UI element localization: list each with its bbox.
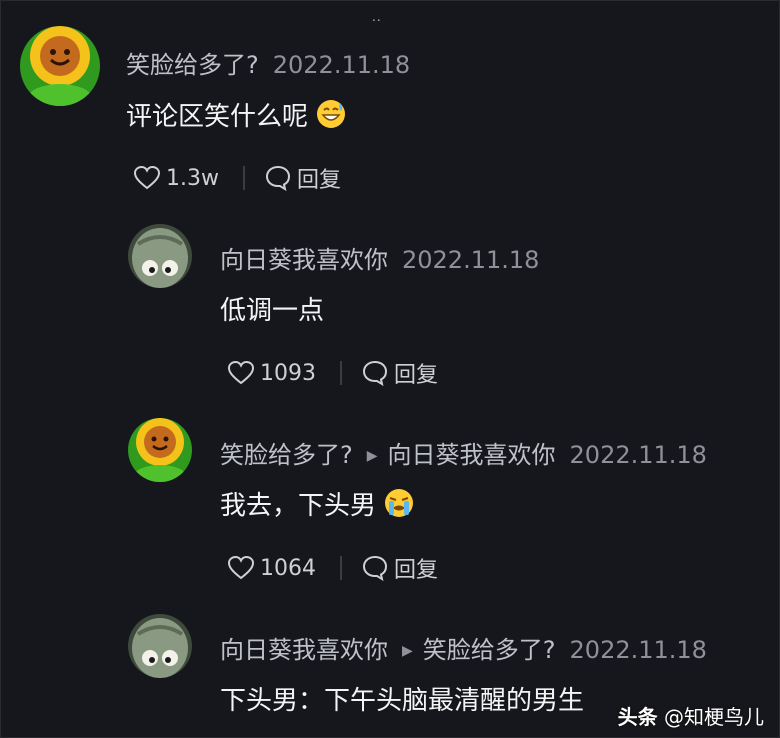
like-count: 1.3w — [166, 165, 219, 191]
author-name[interactable]: 向日葵我喜欢你 — [220, 246, 388, 274]
crying-icon — [385, 489, 414, 517]
sunflower-avatar-icon — [20, 26, 100, 106]
divider — [340, 556, 342, 580]
zombie-avatar-icon — [128, 614, 192, 678]
comment-actions: 1093 回复 — [228, 357, 438, 389]
zombie-avatar-icon — [128, 224, 192, 288]
reply-to-name[interactable]: 笑脸给多了? — [423, 636, 556, 664]
comment-text-body: 评论区笑什么呢 — [126, 102, 309, 132]
comment-date: 2022.11.18 — [569, 441, 707, 469]
divider — [340, 361, 342, 385]
comment-text: 低调一点 — [220, 296, 325, 326]
reply-to-name[interactable]: 向日葵我喜欢你 — [388, 441, 556, 469]
top-indicator: .. — [372, 10, 382, 24]
comment-header: 笑脸给多了? 2022.11.18 — [126, 45, 410, 80]
comment-date: 2022.11.18 — [272, 51, 411, 79]
divider — [242, 166, 245, 190]
avatar[interactable] — [128, 418, 192, 482]
reply-arrow-icon: ▶ — [402, 643, 413, 659]
reply-button[interactable]: 回复 — [362, 357, 438, 389]
heart-icon — [228, 556, 254, 580]
reply-label: 回复 — [296, 168, 341, 193]
comment-text-body: 我去，下头男 — [220, 491, 377, 521]
comment-date: 2022.11.18 — [402, 246, 540, 274]
reply-button[interactable]: 回复 — [362, 552, 438, 584]
avatar[interactable] — [128, 224, 192, 288]
comment-actions: 1.3w 回复 — [134, 162, 341, 194]
like-button[interactable]: 1.3w — [134, 166, 219, 191]
grinning-sweat-icon — [317, 100, 346, 128]
sunflower-avatar-icon — [128, 418, 192, 482]
comment-date: 2022.11.18 — [569, 636, 707, 664]
author-name[interactable]: 笑脸给多了? — [126, 51, 259, 79]
comment-text: 评论区笑什么呢 — [126, 96, 346, 133]
heart-icon — [134, 166, 160, 190]
watermark-brand: 头条 — [617, 705, 658, 729]
avatar[interactable] — [128, 614, 192, 678]
comment-header: 向日葵我喜欢你 ▶ 笑脸给多了? 2022.11.18 — [220, 630, 707, 665]
reply-arrow-icon: ▶ — [366, 448, 378, 464]
reply-label: 回复 — [394, 558, 439, 583]
reply-bubble-icon — [362, 555, 388, 581]
watermark: 头条 @知梗鸟儿 — [618, 701, 764, 730]
comment-header: 向日葵我喜欢你 2022.11.18 — [220, 240, 539, 275]
like-count: 1093 — [260, 360, 316, 386]
like-button[interactable]: 1064 — [228, 556, 316, 581]
comment-text: 下头男：下午头脑最清醒的男生 — [220, 686, 585, 716]
like-count: 1064 — [260, 555, 316, 581]
comment-text: 我去，下头男 — [220, 485, 414, 522]
watermark-handle: @知梗鸟儿 — [664, 705, 764, 729]
reply-bubble-icon — [362, 360, 388, 386]
comment-actions: 1064 回复 — [228, 552, 438, 584]
reply-bubble-icon — [265, 165, 290, 191]
reply-label: 回复 — [394, 363, 439, 388]
avatar[interactable] — [20, 26, 100, 106]
comment-header: 笑脸给多了? ▶ 向日葵我喜欢你 2022.11.18 — [220, 435, 707, 470]
reply-button[interactable]: 回复 — [265, 162, 341, 194]
like-button[interactable]: 1093 — [228, 361, 316, 386]
heart-icon — [228, 361, 254, 385]
author-name[interactable]: 笑脸给多了? — [220, 441, 353, 469]
author-name[interactable]: 向日葵我喜欢你 — [220, 636, 388, 664]
